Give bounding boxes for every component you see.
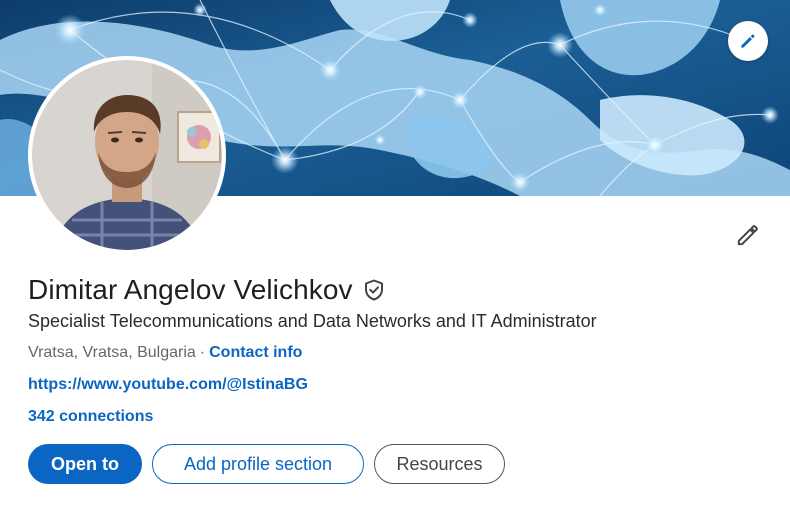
profile-headline: Specialist Telecommunications and Data N… xyxy=(28,311,597,331)
edit-intro-button[interactable] xyxy=(728,215,768,255)
name-row: Dimitar Angelov Velichkov xyxy=(28,270,387,310)
profile-name: Dimitar Angelov Velichkov xyxy=(28,274,353,305)
edit-banner-button[interactable] xyxy=(728,21,768,61)
avatar xyxy=(32,60,222,250)
website-link[interactable]: https://www.youtube.com/@IstinaBG xyxy=(28,376,308,394)
profile-location: Vratsa, Vratsa, Bulgaria xyxy=(28,344,196,361)
resources-button[interactable]: Resources xyxy=(374,444,505,484)
connections-link[interactable]: 342 connections xyxy=(28,408,153,426)
profile-photo[interactable] xyxy=(28,56,226,254)
contact-info-link[interactable]: Contact info xyxy=(209,344,302,361)
add-profile-section-button[interactable]: Add profile section xyxy=(152,444,364,484)
separator-dot: · xyxy=(199,344,206,361)
pencil-icon xyxy=(737,225,758,246)
location-row: Vratsa, Vratsa, Bulgaria · Contact info xyxy=(28,344,302,362)
shield-check-icon xyxy=(364,279,383,301)
open-to-button[interactable]: Open to xyxy=(28,444,142,484)
pencil-icon xyxy=(741,34,755,48)
profile-card: Dimitar Angelov Velichkov Specialist Tel… xyxy=(0,0,790,512)
verified-badge[interactable] xyxy=(361,277,387,303)
